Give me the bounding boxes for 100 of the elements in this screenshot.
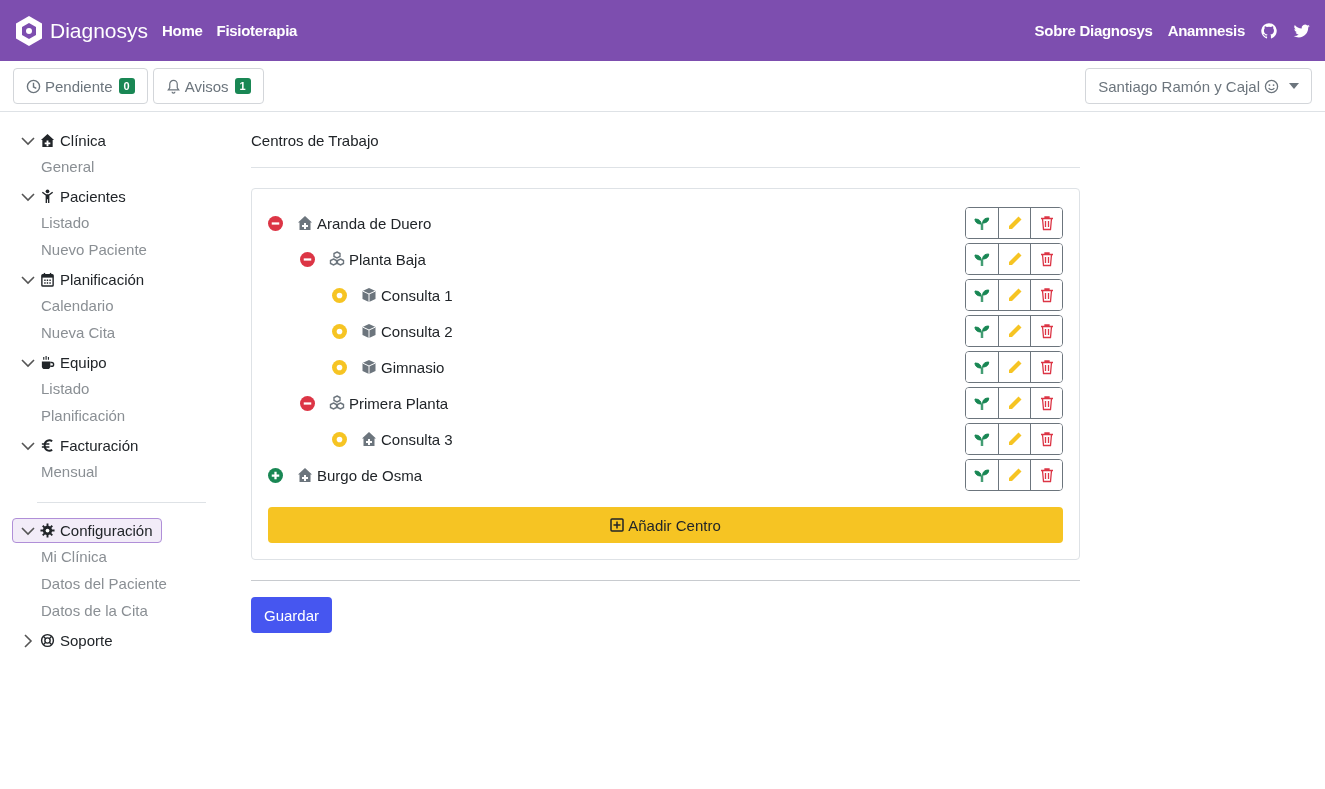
pencil-icon [1006,287,1023,303]
sidebar-item[interactable]: Datos del Paciente [12,570,251,597]
cubes-icon [329,395,345,411]
count-badge: 0 [118,78,135,94]
pencil-icon [1006,215,1023,231]
sidebar-item[interactable]: Nueva Cita [12,319,251,346]
tree-node-label[interactable]: Consulta 2 [381,322,453,340]
plus-square-icon [610,518,625,532]
calendar-icon [40,272,55,287]
sidebar-item[interactable]: Mensual [12,458,251,485]
brand-link[interactable]: Diagnosys [50,18,149,43]
sidebar-item[interactable]: General [12,153,251,180]
tree-node-label[interactable]: Burgo de Osma [317,466,423,484]
pencil-icon [1006,467,1023,483]
notifications-button[interactable]: Avisos 1 [152,68,264,104]
smiley-icon [1264,78,1279,94]
sprout-icon [974,359,990,375]
sprout-icon [974,431,990,447]
sidebar-section[interactable]: Configuración [12,518,162,543]
clock-icon [26,78,41,94]
dot-circle-icon [332,431,347,447]
house-icon [40,133,55,148]
delete-button[interactable] [1030,280,1062,310]
sprout-icon [974,323,990,339]
dot-circle-icon [332,359,347,375]
tree-node-label[interactable]: Consulta 1 [381,286,453,304]
nav-link[interactable]: Fisioterapia [216,22,298,39]
sprout-icon [974,215,990,231]
cube-icon [361,359,377,375]
sidebar-item[interactable]: Nuevo Paciente [12,236,251,263]
pencil-icon [1006,251,1023,267]
collapse-icon[interactable] [300,251,315,267]
caret-icon [1289,83,1299,89]
sidebar-section[interactable]: Pacientes [12,184,135,209]
sidebar-section[interactable]: Clínica [12,128,115,153]
nav-link[interactable]: Anamnesis [1167,22,1245,39]
tree-node-label[interactable]: Primera Planta [349,394,449,412]
delete-button[interactable] [1030,424,1062,454]
tree-node-label[interactable]: Gimnasio [381,358,445,376]
person-icon [40,189,55,204]
sidebar-item[interactable]: Datos de la Cita [12,597,251,624]
delete-button[interactable] [1030,208,1062,238]
page-title: Centros de Trabajo [251,132,1080,168]
delete-button[interactable] [1030,352,1062,382]
sidebar-section[interactable]: Soporte [12,628,122,653]
house-icon [297,467,313,483]
cubes-icon [329,251,345,267]
trash-icon [1038,215,1055,231]
delete-button[interactable] [1030,460,1062,490]
trash-icon [1038,287,1055,303]
sidebar-item[interactable]: Listado [12,375,251,402]
euro-icon [40,438,55,453]
nav-link[interactable]: Sobre Diagnosys [1034,22,1153,39]
mug-icon [40,355,55,370]
dot-circle-icon [332,287,347,303]
pencil-icon [1006,395,1023,411]
sprout-icon [974,251,990,267]
delete-button[interactable] [1030,244,1062,274]
delete-button[interactable] [1030,388,1062,418]
user-dropdown[interactable]: Santiago Ramón y Cajal [1085,68,1312,104]
collapse-icon[interactable] [268,215,283,231]
delete-button[interactable] [1030,316,1062,346]
tree-node-label[interactable]: Consulta 3 [381,430,453,448]
sidebar-item[interactable]: Planificación [12,402,251,429]
sprout-icon [974,467,990,483]
trash-icon [1038,467,1055,483]
sidebar-section[interactable]: Facturación [12,433,148,458]
sprout-icon [974,287,990,303]
add-center-button[interactable]: Añadir Centro [268,507,1063,543]
lifebuoy-icon [40,633,55,648]
cube-icon [361,287,377,303]
trash-icon [1038,395,1055,411]
chevron-right-icon [21,633,35,648]
house-icon [361,431,377,447]
cube-icon [361,323,377,339]
sidebar-item[interactable]: Mi Clínica [12,543,251,570]
trash-icon [1038,323,1055,339]
hexagon-logo-icon[interactable] [14,14,44,47]
sidebar-section[interactable]: Equipo [12,350,116,375]
nav-link[interactable]: Home [162,22,203,39]
sidebar-item[interactable]: Listado [12,209,251,236]
count-badge: 1 [234,78,251,94]
pencil-icon [1006,323,1023,339]
sidebar-section[interactable]: Planificación [12,267,154,292]
collapse-icon[interactable] [300,395,315,411]
tree-node-label[interactable]: Aranda de Duero [317,214,432,232]
trash-icon [1038,251,1055,267]
tree-node-label[interactable]: Planta Baja [349,250,426,268]
github-icon[interactable] [1260,21,1278,40]
sidebar-item[interactable]: Calendario [12,292,251,319]
pencil-icon [1006,359,1023,375]
bell-icon [165,78,181,94]
expand-icon[interactable] [268,467,283,483]
pending-button[interactable]: Pendiente 0 [13,68,148,104]
settings-icon [40,523,55,538]
pencil-icon [1006,431,1023,447]
dot-circle-icon [332,323,347,339]
sprout-icon [974,395,990,411]
save-button[interactable]: Guardar [251,597,333,633]
house-icon [297,215,313,231]
